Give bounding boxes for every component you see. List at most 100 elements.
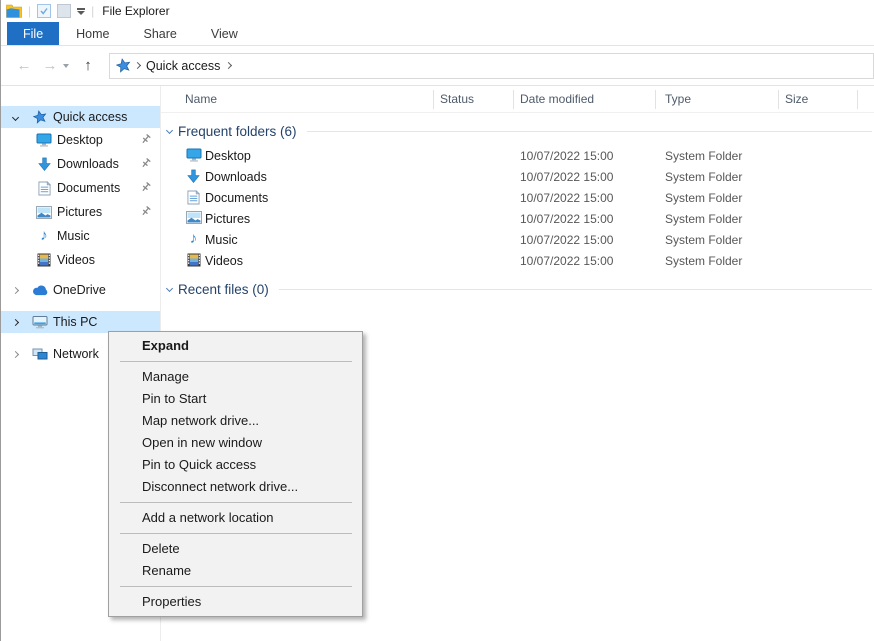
window-title: File Explorer xyxy=(102,4,169,18)
this-pc-context-menu: Expand Manage Pin to Start Map network d… xyxy=(108,331,363,617)
file-type: System Folder xyxy=(665,170,742,184)
sidebar-item-music[interactable]: ♪ Music xyxy=(1,224,160,248)
menu-separator xyxy=(120,533,352,534)
menu-item-add-network-location[interactable]: Add a network location xyxy=(109,507,362,529)
sidebar-item-downloads[interactable]: Downloads xyxy=(1,152,160,176)
file-explorer-window: | | File Explorer File Home Share View ←… xyxy=(0,0,874,641)
titlebar-separator-2: | xyxy=(91,4,94,18)
file-row-music[interactable]: ♪ Music 10/07/2022 15:00 System Folder xyxy=(161,230,874,251)
sidebar-item-label: This PC xyxy=(53,315,97,329)
file-name: Videos xyxy=(205,254,243,268)
menu-item-delete[interactable]: Delete xyxy=(109,538,362,560)
file-date-modified: 10/07/2022 15:00 xyxy=(520,170,613,184)
group-header-frequent-folders[interactable]: Frequent folders (6) xyxy=(161,121,874,141)
column-header-name[interactable]: Name xyxy=(185,92,217,106)
expand-chevron-icon[interactable] xyxy=(10,115,20,120)
column-separator[interactable] xyxy=(433,90,434,109)
column-separator[interactable] xyxy=(857,90,858,109)
pictures-icon xyxy=(185,211,202,224)
breadcrumb-chevron-icon[interactable] xyxy=(134,62,141,69)
menu-item-open-in-new-window[interactable]: Open in new window xyxy=(109,432,362,454)
file-type: System Folder xyxy=(665,254,742,268)
column-header-status[interactable]: Status xyxy=(440,92,474,106)
music-icon: ♪ xyxy=(185,232,202,246)
file-type: System Folder xyxy=(665,191,742,205)
qat-new-folder-icon[interactable] xyxy=(57,4,71,18)
group-divider xyxy=(279,289,872,290)
column-separator[interactable] xyxy=(655,90,656,109)
file-date-modified: 10/07/2022 15:00 xyxy=(520,212,613,226)
menu-item-disconnect-network-drive[interactable]: Disconnect network drive... xyxy=(109,476,362,498)
sidebar-item-this-pc[interactable]: This PC xyxy=(1,311,160,333)
file-name: Pictures xyxy=(205,212,250,226)
videos-icon xyxy=(35,253,53,267)
menu-item-map-network-drive[interactable]: Map network drive... xyxy=(109,410,362,432)
recent-locations-caret-icon[interactable] xyxy=(63,64,69,68)
quick-access-star-icon xyxy=(31,110,49,124)
file-row-videos[interactable]: Videos 10/07/2022 15:00 System Folder xyxy=(161,251,874,272)
frequent-folders-list: Desktop 10/07/2022 15:00 System Folder D… xyxy=(161,146,874,272)
column-separator[interactable] xyxy=(778,90,779,109)
group-header-recent-files[interactable]: Recent files (0) xyxy=(161,279,874,299)
column-separator[interactable] xyxy=(513,90,514,109)
sidebar-item-pictures[interactable]: Pictures xyxy=(1,200,160,224)
titlebar: | | File Explorer xyxy=(1,0,874,22)
file-date-modified: 10/07/2022 15:00 xyxy=(520,149,613,163)
tab-file[interactable]: File xyxy=(7,22,59,45)
tab-view[interactable]: View xyxy=(194,22,255,45)
sidebar-item-onedrive[interactable]: OneDrive xyxy=(1,279,160,301)
sidebar-item-label: Downloads xyxy=(57,157,119,171)
sidebar-item-label: Videos xyxy=(57,253,95,267)
onedrive-cloud-icon xyxy=(31,285,49,296)
file-type: System Folder xyxy=(665,212,742,226)
tab-share[interactable]: Share xyxy=(127,22,194,45)
desktop-icon xyxy=(185,148,202,162)
collapse-chevron-icon[interactable] xyxy=(10,352,20,357)
sidebar-item-label: Pictures xyxy=(57,205,102,219)
menu-item-expand[interactable]: Expand xyxy=(109,335,362,357)
file-name: Desktop xyxy=(205,149,251,163)
breadcrumb-quick-access[interactable]: Quick access xyxy=(144,59,222,73)
menu-item-rename[interactable]: Rename xyxy=(109,560,362,582)
group-collapse-chevron-icon[interactable] xyxy=(166,126,173,133)
group-collapse-chevron-icon[interactable] xyxy=(166,284,173,291)
column-header-type[interactable]: Type xyxy=(665,92,691,106)
qat-customize-caret-icon[interactable] xyxy=(77,11,85,15)
sidebar-item-videos[interactable]: Videos xyxy=(1,248,160,272)
sidebar-item-documents[interactable]: Documents xyxy=(1,176,160,200)
pin-icon xyxy=(140,133,152,145)
file-row-pictures[interactable]: Pictures 10/07/2022 15:00 System Folder xyxy=(161,209,874,230)
collapse-chevron-icon[interactable] xyxy=(10,320,20,325)
downloads-icon xyxy=(35,157,53,172)
group-divider xyxy=(307,131,872,132)
back-button[interactable]: ← xyxy=(11,57,37,74)
up-button[interactable]: ↑ xyxy=(75,57,101,74)
pictures-icon xyxy=(35,206,53,219)
sidebar-item-desktop[interactable]: Desktop xyxy=(1,128,160,152)
column-header-date[interactable]: Date modified xyxy=(520,92,594,106)
file-row-downloads[interactable]: Downloads 10/07/2022 15:00 System Folder xyxy=(161,167,874,188)
this-pc-monitor-icon xyxy=(31,315,49,329)
menu-item-pin-to-start[interactable]: Pin to Start xyxy=(109,388,362,410)
column-header-size[interactable]: Size xyxy=(785,92,808,106)
titlebar-separator: | xyxy=(28,4,31,18)
breadcrumb-chevron-icon-2[interactable] xyxy=(225,62,232,69)
file-row-documents[interactable]: Documents 10/07/2022 15:00 System Folder xyxy=(161,188,874,209)
address-bar[interactable]: Quick access xyxy=(109,53,874,79)
file-date-modified: 10/07/2022 15:00 xyxy=(520,191,613,205)
sidebar-item-quick-access[interactable]: Quick access xyxy=(1,106,160,128)
qat-properties-icon[interactable] xyxy=(37,4,51,18)
collapse-chevron-icon[interactable] xyxy=(10,288,20,293)
menu-item-manage[interactable]: Manage xyxy=(109,366,362,388)
group-label: Frequent folders (6) xyxy=(178,124,297,139)
sidebar-item-label: Quick access xyxy=(53,110,127,124)
music-icon: ♪ xyxy=(35,229,53,243)
menu-item-properties[interactable]: Properties xyxy=(109,591,362,613)
forward-button[interactable]: → xyxy=(37,57,63,74)
ribbon-tabs: File Home Share View xyxy=(1,22,874,46)
tab-home[interactable]: Home xyxy=(59,22,126,45)
file-type: System Folder xyxy=(665,149,742,163)
menu-item-pin-to-quick-access[interactable]: Pin to Quick access xyxy=(109,454,362,476)
desktop-icon xyxy=(35,133,53,147)
file-row-desktop[interactable]: Desktop 10/07/2022 15:00 System Folder xyxy=(161,146,874,167)
